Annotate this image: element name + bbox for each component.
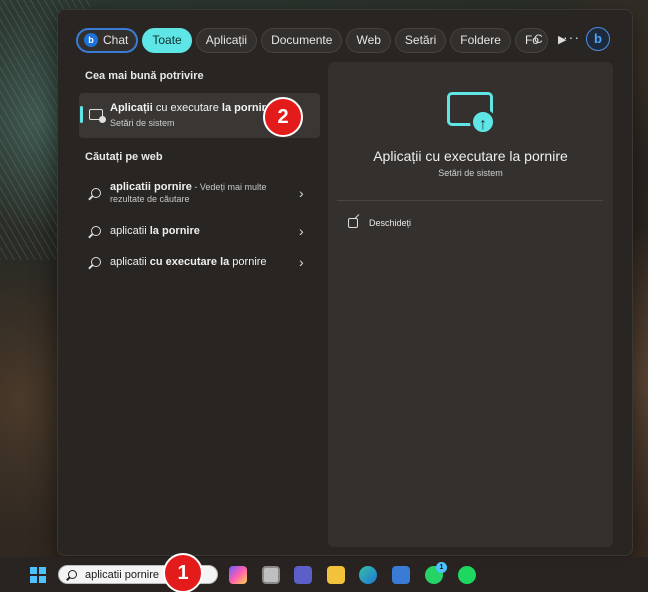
filter-chat-label: Chat bbox=[103, 32, 129, 47]
startup-apps-icon bbox=[89, 109, 106, 123]
best-match-subtitle: Setări de sistem bbox=[110, 118, 175, 128]
divider bbox=[337, 200, 603, 201]
file-explorer-icon[interactable] bbox=[327, 566, 345, 584]
chevron-right-icon: › bbox=[299, 185, 304, 201]
web-result-3[interactable]: aplicatii cu executare la pornire › bbox=[79, 251, 320, 273]
store-icon[interactable] bbox=[392, 566, 410, 584]
open-external-icon bbox=[348, 218, 358, 228]
annotation-badge-1: 1 bbox=[163, 553, 203, 592]
account-c-button[interactable]: C bbox=[534, 32, 543, 46]
arrow-up-icon: ↑ bbox=[470, 109, 496, 135]
startup-apps-large-icon: ↑ bbox=[447, 92, 496, 135]
copilot-icon[interactable] bbox=[229, 566, 247, 584]
search-icon bbox=[91, 188, 101, 198]
result-detail-pane: ↑ Aplicații cu executare la pornire Setă… bbox=[328, 62, 613, 547]
filter-truncated[interactable]: Fo bbox=[514, 27, 548, 53]
search-icon bbox=[68, 570, 77, 579]
best-match-heading: Cea mai bună potrivire bbox=[85, 70, 204, 82]
open-action-label: Deschideți bbox=[369, 218, 412, 228]
filter-bar: b Chat Toate Aplicații Documente Web Set… bbox=[76, 27, 572, 53]
bing-chat-icon: b bbox=[84, 33, 98, 47]
web-result-2-text: aplicatii la pornire bbox=[110, 225, 200, 237]
chevron-right-icon: › bbox=[299, 254, 304, 270]
annotation-badge-2: 2 bbox=[263, 97, 303, 137]
web-result-1-text: aplicatii pornire - Vedeți mai multe rez… bbox=[110, 181, 267, 204]
web-result-1[interactable]: aplicatii pornire - Vedeți mai multe rez… bbox=[79, 178, 320, 214]
filter-chat[interactable]: b Chat bbox=[76, 27, 139, 53]
detail-title: Aplicații cu executare la pornire bbox=[373, 148, 568, 164]
selection-accent-bar bbox=[80, 106, 83, 123]
open-action[interactable]: Deschideți bbox=[348, 215, 411, 231]
search-query-text: aplicatii pornire bbox=[85, 569, 159, 581]
taskbar: aplicatii pornire 1 bbox=[0, 557, 648, 592]
filter-apps[interactable]: Aplicații bbox=[195, 27, 258, 53]
bing-logo-icon: b bbox=[594, 31, 602, 46]
spotify-icon[interactable] bbox=[458, 566, 476, 584]
filter-web[interactable]: Web bbox=[346, 27, 391, 53]
web-search-heading: Căutați pe web bbox=[85, 151, 163, 163]
search-icon bbox=[91, 226, 101, 236]
task-view-icon[interactable] bbox=[262, 566, 280, 584]
chevron-right-icon: › bbox=[299, 223, 304, 239]
edge-icon[interactable] bbox=[359, 566, 377, 584]
search-panel: b Chat Toate Aplicații Documente Web Set… bbox=[57, 9, 633, 556]
filter-all[interactable]: Toate bbox=[142, 27, 192, 53]
best-match-title: Aplicații cu executare la pornire bbox=[110, 102, 273, 114]
detail-subtitle: Setări de sistem bbox=[438, 168, 503, 178]
search-icon bbox=[91, 257, 101, 267]
web-result-3-text: aplicatii cu executare la pornire bbox=[110, 256, 267, 268]
web-result-2[interactable]: aplicatii la pornire › bbox=[79, 220, 320, 242]
more-options-icon[interactable]: ··· bbox=[563, 29, 580, 45]
filter-documents[interactable]: Documente bbox=[261, 27, 343, 53]
windows-start-icon[interactable] bbox=[30, 567, 46, 583]
filter-folders[interactable]: Foldere bbox=[450, 27, 511, 53]
teams-icon[interactable] bbox=[294, 566, 312, 584]
bing-button[interactable]: b bbox=[586, 27, 610, 51]
whatsapp-notification-badge: 1 bbox=[436, 562, 447, 573]
filter-settings[interactable]: Setări bbox=[394, 27, 447, 53]
